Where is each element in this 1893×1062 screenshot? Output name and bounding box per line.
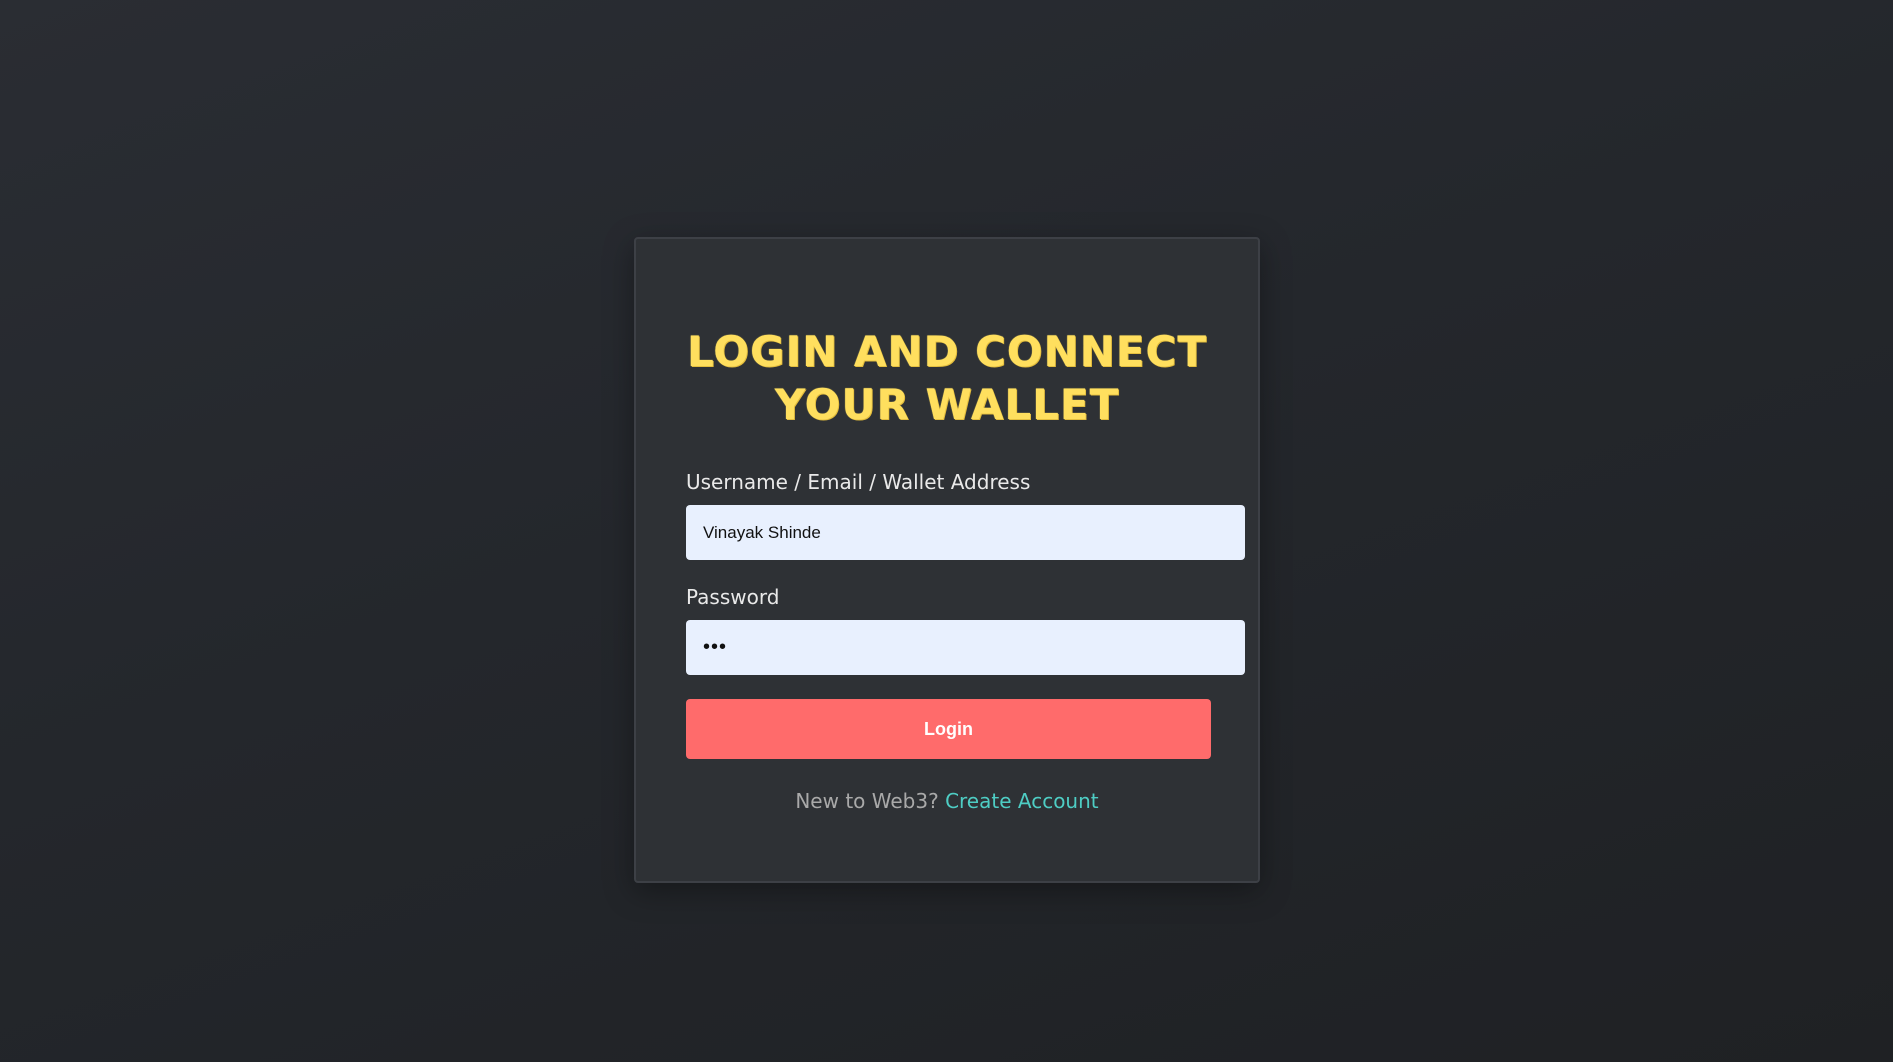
title-line-1: Login and Connect bbox=[687, 327, 1207, 376]
signup-prompt: New to Web3? Create Account bbox=[636, 789, 1258, 813]
password-label: Password bbox=[686, 585, 780, 609]
login-card: Login and Connect Your Wallet Username /… bbox=[634, 237, 1260, 883]
signup-prompt-text: New to Web3? bbox=[795, 789, 939, 813]
login-button[interactable]: Login bbox=[686, 699, 1211, 759]
title-line-2: Your Wallet bbox=[774, 380, 1120, 429]
create-account-link[interactable]: Create Account bbox=[945, 789, 1099, 813]
username-label: Username / Email / Wallet Address bbox=[686, 470, 1031, 494]
password-field[interactable] bbox=[686, 620, 1245, 675]
page-title: Login and Connect Your Wallet bbox=[636, 325, 1258, 431]
username-field[interactable] bbox=[686, 505, 1245, 560]
